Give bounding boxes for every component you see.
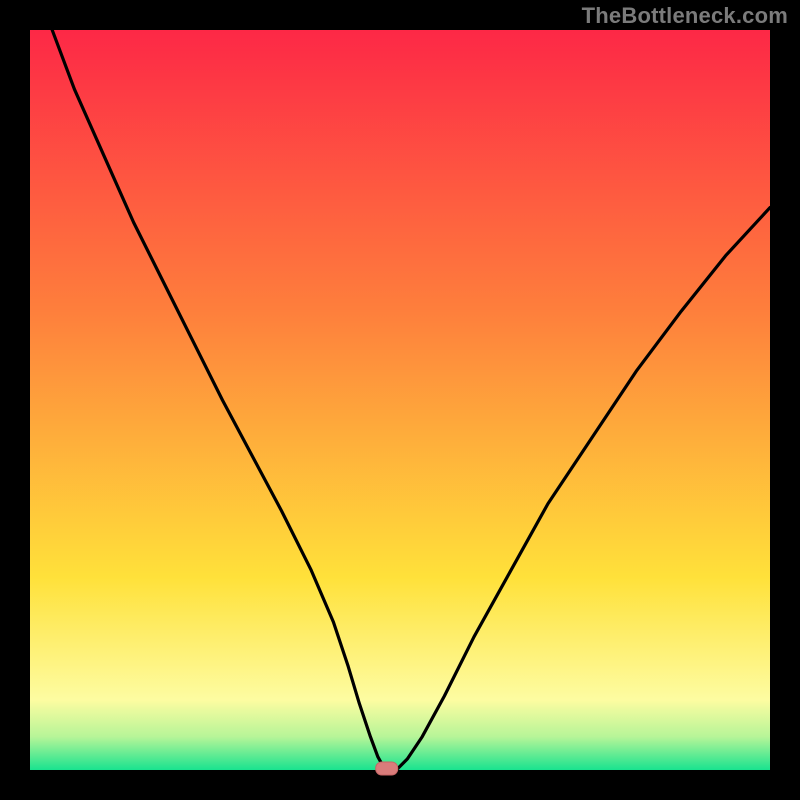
optimal-marker	[376, 762, 398, 775]
plot-background	[30, 30, 770, 770]
bottleneck-chart	[0, 0, 800, 800]
watermark-text: TheBottleneck.com	[582, 3, 788, 29]
